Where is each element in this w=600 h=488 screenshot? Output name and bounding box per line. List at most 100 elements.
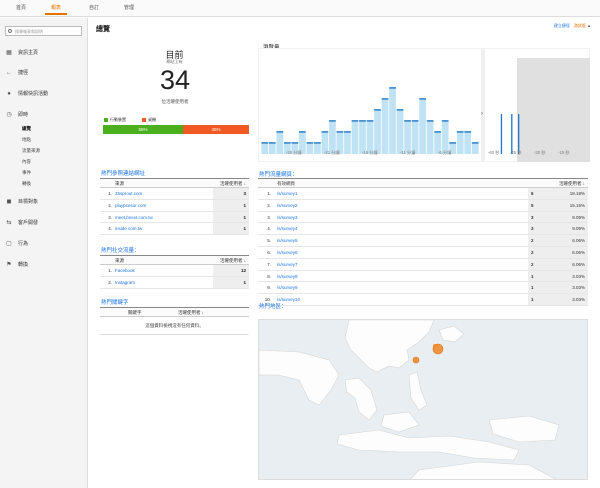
table-row: 2. playpcesor.com 1 <box>100 199 249 212</box>
row-value: 1 <box>531 297 534 303</box>
tab-customize[interactable]: 自訂 <box>89 4 99 11</box>
keywords-table: 關鍵字 活躍使用者 ↓ 這個資料檢視沒有任何資料。 <box>100 307 249 335</box>
referral-link[interactable]: 25sprout.com <box>115 191 142 196</box>
tab-reports[interactable]: 報表 <box>44 4 68 15</box>
sidebar: 搜尋報表和說明 ▦ 資訊主頁 ← 捷徑 ● 情報快訊活動 ◷ 即時 總覽 地點 … <box>0 18 88 488</box>
sidebar-item-intelligence[interactable]: ● 情報快訊活動 <box>0 88 88 100</box>
table-row: 1. /s/survey1 6 18.18% <box>258 188 588 200</box>
chart-bar-minute-cap <box>471 142 479 144</box>
value-cell: 2 6.06% <box>528 246 588 258</box>
chart-bar-minute <box>344 132 351 154</box>
sidebar-item-label: 情報快訊活動 <box>18 91 49 97</box>
sidebar-item-realtime[interactable]: ◷ 即時 <box>0 109 88 121</box>
chart-bar-second <box>518 114 520 154</box>
legend-label: 桌機 <box>148 117 156 122</box>
row-value: 5 <box>531 202 534 208</box>
chart-bar-minute-cap <box>464 131 472 133</box>
tab-admin[interactable]: 管理 <box>124 4 134 11</box>
shortcut-icon: ← <box>6 70 12 76</box>
page-link[interactable]: /s/survey6 <box>277 250 298 255</box>
beta-link[interactable]: 測試版 <box>574 23 586 28</box>
sidebar-item-shortcuts[interactable]: ← 捷徑 <box>0 67 88 79</box>
chart-bar-minute-cap <box>351 120 359 122</box>
landmass-indochina <box>344 377 378 421</box>
value-cell: 1 3.03% <box>528 282 588 294</box>
social-link[interactable]: Instagram <box>115 280 135 285</box>
clock-icon: ◷ <box>6 112 12 118</box>
value-cell: 1 3.03% <box>528 270 588 282</box>
subitem-content[interactable]: 內容 <box>22 159 31 165</box>
subitem-overview[interactable]: 總覽 <box>22 126 31 132</box>
header-links: 建立捷徑 測試版 ▲ <box>554 23 591 29</box>
sidebar-item-label: 客戶開發 <box>18 220 39 226</box>
map-marker-hongkong[interactable] <box>412 356 420 364</box>
row-percent: 15.15% <box>569 202 585 208</box>
table-header: 關鍵字 活躍使用者 ↓ <box>100 308 249 317</box>
row-number: 8. <box>267 273 271 279</box>
page-link[interactable]: /s/survey5 <box>277 238 298 243</box>
top-navigation: 首頁 報表 自訂 管理 <box>0 0 600 17</box>
chart-bar-minute-cap <box>314 142 321 144</box>
subitem-events[interactable]: 事件 <box>22 170 31 176</box>
sidebar-item-behavior[interactable]: ▢ 行為 <box>0 238 88 250</box>
row-number: 1. <box>267 191 271 196</box>
column-header-users[interactable]: 活躍使用者 ↓ <box>220 181 246 187</box>
chart-bar-minute-cap <box>268 142 276 144</box>
page-link[interactable]: /s/survey8 <box>277 274 298 279</box>
landmass-philippines <box>408 371 428 411</box>
referral-link[interactable]: playpcesor.com <box>115 203 146 208</box>
chart-bar-minute-cap <box>261 142 269 144</box>
search-input[interactable]: 搜尋報表和說明 <box>5 26 82 36</box>
page-link[interactable]: /s/survey9 <box>277 285 298 290</box>
value-cell: 2 6.06% <box>528 235 588 246</box>
column-header-users[interactable]: 活躍使用者 ↓ <box>559 181 585 187</box>
subitem-locations[interactable]: 地點 <box>22 137 31 143</box>
referral-link[interactable]: inside.com.tw <box>115 226 142 231</box>
page-link[interactable]: /s/survey7 <box>277 262 298 267</box>
page-link[interactable]: /s/survey3 <box>277 215 298 220</box>
social-link[interactable]: Facebook <box>115 268 135 273</box>
page-link[interactable]: /s/survey2 <box>277 203 298 208</box>
subitem-traffic-sources[interactable]: 流量來源 <box>22 148 40 154</box>
column-header-users-label: 活躍使用者 <box>219 181 243 186</box>
map-marker-taiwan-north[interactable] <box>433 344 437 348</box>
value-cell: 3 9.09% <box>528 211 588 223</box>
column-header-keyword: 關鍵字 <box>128 310 142 315</box>
column-header-users[interactable]: 活躍使用者 ↓ <box>178 310 204 316</box>
x-tick-label: -11 分鐘 <box>400 149 416 156</box>
create-shortcut-link[interactable]: 建立捷徑 <box>554 23 570 28</box>
sidebar-item-label: 捷徑 <box>18 70 29 76</box>
column-header-users[interactable]: 活躍使用者 ↓ <box>220 258 246 264</box>
landmass-china <box>344 320 435 373</box>
referral-link[interactable]: meet.bnext.com.tw <box>115 215 153 220</box>
table-header: 來源 活躍使用者 ↓ <box>100 179 249 188</box>
sidebar-item-conversions[interactable]: ⚑ 轉換 <box>0 259 88 271</box>
value-cell: 12 <box>213 265 249 276</box>
page-link[interactable]: /s/survey4 <box>277 226 298 231</box>
chart-bar-minute-cap <box>389 87 396 89</box>
behavior-icon: ▢ <box>6 241 12 247</box>
chart-bar-minute-cap <box>374 109 381 111</box>
x-tick-label: -60 秒 <box>488 149 499 156</box>
chart-bar-minute-cap <box>434 131 442 133</box>
chevron-right-icon[interactable]: › <box>481 111 483 117</box>
row-percent: 3.03% <box>572 297 585 303</box>
row-number: 1. <box>108 191 112 196</box>
active-users-count: 34 <box>159 65 191 95</box>
tab-home[interactable]: 首頁 <box>16 4 26 11</box>
world-map[interactable] <box>258 319 588 480</box>
column-header-users-label: 活躍使用者 <box>219 258 243 263</box>
legend-desktop: 桌機 <box>142 117 156 123</box>
row-value: 2 <box>531 238 534 244</box>
sidebar-item-dashboards[interactable]: ▦ 資訊主頁 <box>0 47 88 59</box>
table-row: 9. /s/survey9 1 3.03% <box>258 282 588 295</box>
value-cell: 5 15.15% <box>528 199 588 211</box>
sidebar-item-acquisition[interactable]: ⇆ 客戶開發 <box>0 217 88 229</box>
page-link[interactable]: /s/survey1 <box>277 191 298 196</box>
sidebar-item-audience[interactable]: ◼ 目標對象 <box>0 196 88 208</box>
row-number: 2. <box>108 202 112 208</box>
pages-table: 有效網頁 活躍使用者 ↓ 1. /s/survey1 6 18.18% 2. /s/sur… <box>258 178 588 306</box>
chart-bar-minute-cap <box>306 142 314 144</box>
pageviews-chart: › -26 分鐘 -21 分鐘 -16 分鐘 -11 分鐘 -6 分鐘 -60 秒 -45 … <box>258 48 590 162</box>
subitem-conversions[interactable]: 轉換 <box>22 181 31 187</box>
